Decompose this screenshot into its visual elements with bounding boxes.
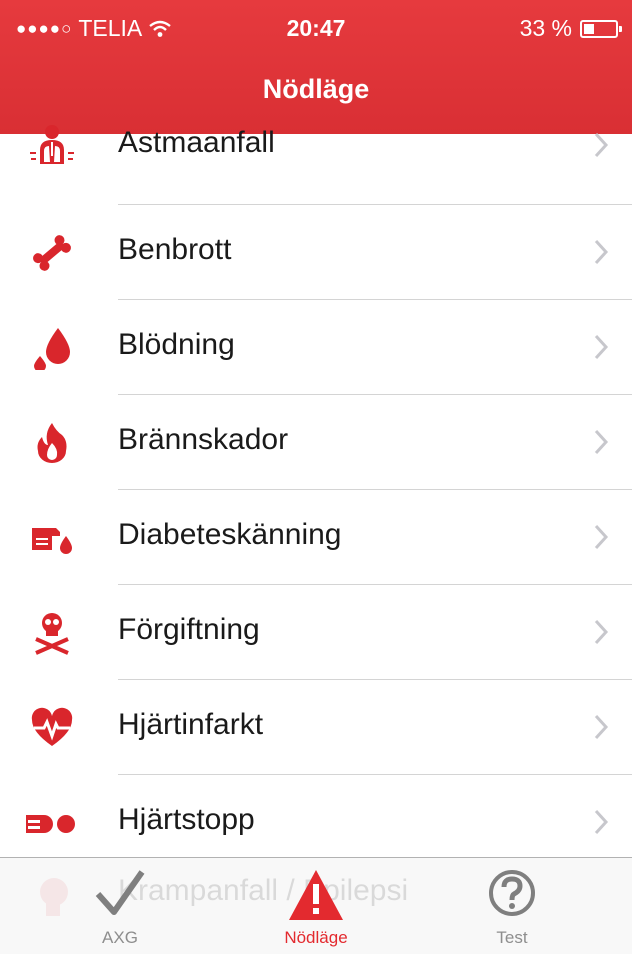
emergency-list: Astmaanfall Benbrott Blödning Brännskado… — [0, 110, 632, 870]
list-item-label: Benbrott — [118, 233, 232, 266]
list-item-label: Förgiftning — [118, 613, 260, 646]
list-item-hjartinfarkt[interactable]: Hjärtinfarkt — [0, 680, 632, 775]
list-item-label: Brännskador — [118, 423, 289, 456]
battery-icon — [580, 19, 622, 38]
list-item-hjartstopp[interactable]: Hjärtstopp — [0, 775, 632, 870]
warning-icon — [289, 870, 343, 920]
chevron-right-icon — [594, 524, 609, 550]
tab-test[interactable]: Test — [432, 858, 592, 954]
tab-label: Nödläge — [284, 928, 348, 947]
list-item-label: Blödning — [118, 328, 235, 361]
list-item-label: Hjärtstopp — [118, 803, 255, 836]
list-item-blodning[interactable]: Blödning — [0, 300, 632, 395]
tab-axg[interactable]: AXG — [40, 858, 200, 954]
chevron-right-icon — [594, 714, 609, 740]
list-item-diabeteskanning[interactable]: Diabeteskänning — [0, 490, 632, 585]
skull-crossbones-icon — [35, 613, 69, 655]
chevron-right-icon — [594, 809, 609, 835]
lungs-icon — [30, 125, 74, 164]
heart-pulse-icon — [31, 707, 73, 746]
list-item-label: Hjärtinfarkt — [118, 708, 264, 741]
tab-nodlage[interactable]: Nödläge — [236, 858, 396, 954]
tab-bar: Krampanfall / Epilepsi AXG Nödläge Test — [0, 857, 632, 954]
list-item-label: Astmaanfall — [118, 126, 275, 159]
list-item-benbrott[interactable]: Benbrott — [0, 205, 632, 300]
question-icon — [489, 870, 535, 916]
list-item-astmaanfall[interactable]: Astmaanfall — [0, 110, 632, 205]
blood-drop-icon — [34, 328, 70, 370]
bone-icon — [33, 235, 71, 271]
heart-stop-icon — [26, 815, 75, 833]
chevron-right-icon — [594, 334, 609, 360]
tab-label: AXG — [102, 928, 138, 947]
list-item-label: Diabeteskänning — [118, 518, 342, 551]
list-item-brannskador[interactable]: Brännskador — [0, 395, 632, 490]
finger-prick-icon — [32, 528, 72, 554]
chevron-right-icon — [594, 132, 609, 158]
checkmark-icon — [95, 870, 145, 915]
battery-percentage: 33 % — [519, 15, 572, 41]
page-title: Nödläge — [262, 74, 370, 104]
flame-icon — [37, 423, 67, 463]
chevron-right-icon — [594, 429, 609, 455]
status-bar: ●●●●○ TELIA 20:47 33 % — [0, 0, 632, 58]
tab-label: Test — [496, 928, 528, 947]
chevron-right-icon — [594, 619, 609, 645]
chevron-right-icon — [594, 239, 609, 265]
list-item-forgiftning[interactable]: Förgiftning — [0, 585, 632, 680]
